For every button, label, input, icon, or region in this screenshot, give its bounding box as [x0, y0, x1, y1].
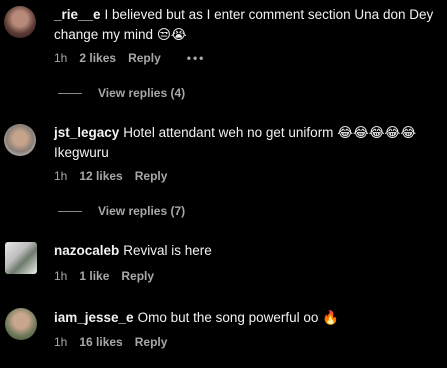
view-replies-button[interactable]: View replies (4): [58, 86, 185, 100]
comment-time: 1h: [54, 335, 68, 349]
laughing-emoji-icon: 😂: [400, 125, 417, 140]
unamused-emoji-icon: 😒: [156, 27, 171, 42]
reply-button[interactable]: Reply: [135, 335, 168, 349]
comment-body: Revival is here: [123, 243, 212, 258]
avatar[interactable]: [4, 6, 36, 38]
comment-username[interactable]: _rie__e: [54, 7, 101, 22]
comment-meta: 1h 12 likes Reply: [54, 169, 179, 183]
divider-line: [58, 210, 82, 212]
view-replies-button[interactable]: View replies (7): [58, 204, 185, 218]
comment-body-continued: Ikegwuru: [54, 145, 109, 160]
comment-text: nazocaleb Revival is here: [54, 241, 442, 261]
comment-body: Omo but the song powerful oo: [137, 310, 319, 325]
reply-button[interactable]: Reply: [128, 51, 161, 65]
avatar[interactable]: [5, 308, 37, 340]
comment-time: 1h: [54, 269, 68, 283]
comment-body: I believed but as I enter comment sectio…: [54, 7, 434, 42]
comment-meta: 1h 1 like Reply: [54, 269, 166, 283]
likes-count[interactable]: 16 likes: [79, 335, 122, 349]
comment-text: jst_legacy Hotel attendant weh no get uni…: [54, 123, 442, 163]
laughing-emoji-icon: 😂: [337, 125, 353, 140]
comment-text: iam_jesse_e Omo but the song powerful oo …: [54, 308, 442, 328]
fire-emoji-icon: 🔥: [322, 310, 340, 325]
avatar[interactable]: [5, 242, 37, 274]
crying-emoji-icon: 😭: [170, 27, 187, 42]
view-replies-label: View replies (7): [98, 204, 186, 218]
reply-button[interactable]: Reply: [135, 169, 168, 183]
comment-username[interactable]: iam_jesse_e: [54, 310, 134, 325]
comment-text: _rie__e I believed but as I enter comment…: [54, 5, 442, 45]
comment-time: 1h: [54, 51, 68, 65]
comment-meta: 1h 16 likes Reply: [54, 335, 179, 349]
comment-username[interactable]: nazocaleb: [54, 243, 119, 258]
likes-count[interactable]: 2 likes: [79, 51, 116, 65]
comment-time: 1h: [54, 169, 68, 183]
likes-count[interactable]: 12 likes: [79, 169, 122, 183]
laughing-emoji-icon: 😂: [368, 125, 385, 140]
comment-username[interactable]: jst_legacy: [54, 125, 119, 140]
reply-button[interactable]: Reply: [121, 269, 154, 283]
likes-count[interactable]: 1 like: [79, 269, 109, 283]
laughing-emoji-icon: 😂: [352, 125, 369, 140]
more-options-icon[interactable]: •••: [187, 51, 206, 65]
comment-meta: 1h 2 likes Reply •••: [54, 51, 217, 65]
avatar[interactable]: [4, 124, 36, 156]
divider-line: [58, 92, 82, 94]
comment-body: Hotel attendant weh no get uniform: [123, 125, 334, 140]
laughing-emoji-icon: 😂: [384, 125, 401, 140]
view-replies-label: View replies (4): [98, 86, 186, 100]
